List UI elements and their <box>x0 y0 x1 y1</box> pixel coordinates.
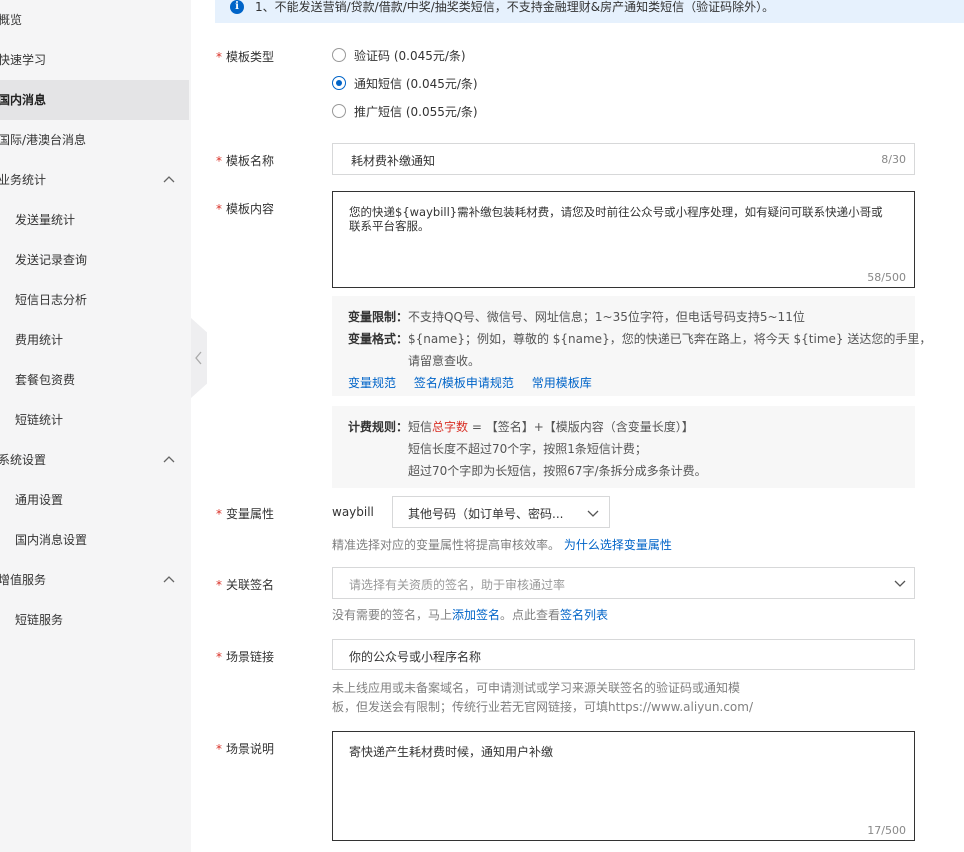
billing-rule-row2: 短信长度不超过70个字，按照1条短信计费； <box>408 442 647 456</box>
sidebar-item-international-messages[interactable]: 国际/港澳台消息 <box>0 120 189 160</box>
radio-notification-sms[interactable]: 通知短信 (0.045元/条) <box>332 75 478 91</box>
why-variable-attribute-link[interactable]: 为什么选择变量属性 <box>564 538 672 552</box>
chevron-up-icon <box>163 576 175 583</box>
sidebar: 概览 快速学习 国内消息 国际/港澳台消息 业务统计 发送量统计 发送记录查询 … <box>0 0 191 852</box>
signature-list-link[interactable]: 签名列表 <box>560 608 608 622</box>
sidebar-item-quick-learn[interactable]: 快速学习 <box>0 40 189 80</box>
sidebar-item-overview[interactable]: 概览 <box>0 0 189 40</box>
chevron-up-icon <box>163 456 175 463</box>
billing-rule-row3: 超过70个字即为长短信，按照67字/条拆分成多条计费。 <box>408 464 707 478</box>
notice-text: 1、不能发送营销/贷款/借款/中奖/抽奖类短信，不支持金融理财&房产通知类短信（… <box>255 0 775 14</box>
variable-format-row: 变量格式：${name}；例如，尊敬的 ${name}，您的快递已飞奔在路上，将… <box>348 332 932 346</box>
signature-hint: 没有需要的签名，马上添加签名。点此查看签名列表 <box>332 608 609 622</box>
variable-spec-link[interactable]: 变量规范 <box>348 376 396 390</box>
template-type-label: * 模板类型 <box>216 50 275 64</box>
radio-circle[interactable] <box>332 104 346 118</box>
variable-rules-panel: 变量限制：不支持QQ号、微信号、网址信息；1~35位字符，但电话号码支持5~11… <box>332 296 931 396</box>
scene-link-hint-line1: 未上线应用或未备案域名，可申请测试或学习来源关联签名的验证码或通知模 <box>332 681 741 695</box>
notice-banner: i 1、不能发送营销/贷款/借款/中奖/抽奖类短信，不支持金融理财&房产通知类短… <box>215 0 964 23</box>
template-content-textarea[interactable]: 您的快递${waybill}需补缴包装耗材费，请您及时前往公众号或小程序处理，如… <box>332 191 915 288</box>
scene-link-input[interactable]: 你的公众号或小程序名称 <box>332 639 915 670</box>
sidebar-collapse-handle[interactable] <box>191 318 207 398</box>
scene-description-counter: 17/500 <box>867 824 906 837</box>
radio-promotion-sms[interactable]: 推广短信 (0.055元/条) <box>332 103 478 119</box>
sidebar-item-general-settings[interactable]: 通用设置 <box>0 480 191 520</box>
billing-rule-row1: 计费规则：短信总字数 = 【签名】+【模版内容（含变量长度）】 <box>348 420 694 434</box>
sidebar-item-send-volume-stats[interactable]: 发送量统计 <box>0 200 191 240</box>
template-name-label: * 模板名称 <box>216 154 275 168</box>
chevron-down-icon <box>894 580 906 587</box>
sidebar-item-cost-stats[interactable]: 费用统计 <box>0 320 191 360</box>
radio-verification-code[interactable]: 验证码 (0.045元/条) <box>332 47 466 63</box>
variable-name: waybill <box>332 505 374 519</box>
chevron-left-icon <box>195 351 202 365</box>
rules-links: 变量规范 签名/模板申请规范 常用模板库 <box>348 374 592 391</box>
common-template-library-link[interactable]: 常用模板库 <box>532 376 592 390</box>
sidebar-item-shortlink-service[interactable]: 短链服务 <box>0 600 191 640</box>
scene-link-label: * 场景链接 <box>216 650 275 664</box>
signature-label: * 关联签名 <box>216 578 275 592</box>
sidebar-item-domestic-messages[interactable]: 国内消息 <box>0 80 189 120</box>
variable-attribute-hint: 精准选择对应的变量属性将提高审核效率。 为什么选择变量属性 <box>332 538 672 552</box>
sidebar-item-domestic-message-settings[interactable]: 国内消息设置 <box>0 520 191 560</box>
template-content-counter: 58/500 <box>867 271 906 284</box>
variable-limit-row: 变量限制：不支持QQ号、微信号、网址信息；1~35位字符，但电话号码支持5~11… <box>348 310 805 324</box>
scene-description-textarea[interactable]: 寄快递产生耗材费时候，通知用户补缴 17/500 <box>332 731 915 841</box>
signature-placeholder: 请选择有关资质的签名，助于审核通过率 <box>349 578 566 592</box>
sidebar-item-sms-log-analysis[interactable]: 短信日志分析 <box>0 280 191 320</box>
sidebar-item-shortlink-stats[interactable]: 短链统计 <box>0 400 191 440</box>
radio-circle-selected[interactable] <box>332 76 346 90</box>
variable-format-row2: 请留意查收。 <box>408 354 481 368</box>
sidebar-item-package-pricing[interactable]: 套餐包资费 <box>0 360 191 400</box>
scene-link-value: 你的公众号或小程序名称 <box>349 650 482 664</box>
template-name-input[interactable]: 耗材费补缴通知 8/30 <box>332 143 915 175</box>
add-signature-link[interactable]: 添加签名 <box>452 608 500 622</box>
template-name-value: 耗材费补缴通知 <box>351 154 436 168</box>
radio-circle[interactable] <box>332 48 346 62</box>
template-name-counter: 8/30 <box>881 153 906 166</box>
sidebar-group-business-stats[interactable]: 业务统计 <box>0 160 189 200</box>
sidebar-item-send-record-query[interactable]: 发送记录查询 <box>0 240 191 280</box>
variable-attribute-select[interactable]: 其他号码（如订单号、密码... <box>392 496 610 528</box>
variable-attribute-value: 其他号码（如订单号、密码... <box>408 507 564 521</box>
scene-description-value: 寄快递产生耗材费时候，通知用户补缴 <box>349 745 554 759</box>
scene-description-label: * 场景说明 <box>216 742 275 756</box>
template-content-label: * 模板内容 <box>216 202 275 216</box>
signature-template-spec-link[interactable]: 签名/模板申请规范 <box>414 376 514 390</box>
variable-attribute-label: * 变量属性 <box>216 507 275 521</box>
sidebar-group-value-added[interactable]: 增值服务 <box>0 560 189 600</box>
chevron-down-icon <box>587 510 599 517</box>
billing-rules-panel: 计费规则：短信总字数 = 【签名】+【模版内容（含变量长度）】 短信长度不超过7… <box>332 406 915 488</box>
info-icon: i <box>230 0 244 14</box>
template-content-line2: 联系平台客服。 <box>349 219 430 233</box>
chevron-up-icon <box>163 176 175 183</box>
signature-select[interactable]: 请选择有关资质的签名，助于审核通过率 <box>332 567 915 599</box>
sidebar-group-system-settings[interactable]: 系统设置 <box>0 440 189 480</box>
scene-link-hint-line2: 板，但发送会有限制；传统行业若无官网链接，可填https://www.aliyu… <box>332 700 753 714</box>
